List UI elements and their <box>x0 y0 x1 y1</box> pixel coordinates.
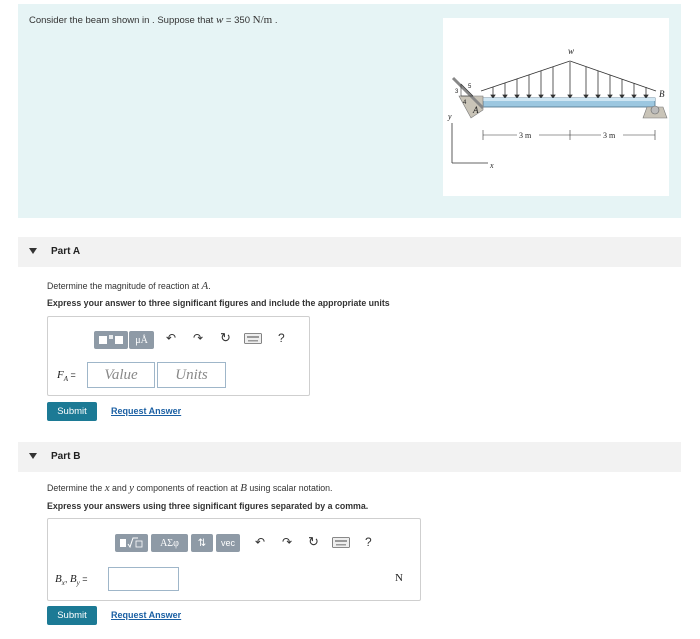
part-b-text-4: using scalar notation. <box>246 483 333 493</box>
part-a-instruction-end: . <box>208 281 211 291</box>
dim-left-label: 3 m <box>519 131 532 140</box>
units-symbol-button[interactable]: μÅ <box>129 331 154 349</box>
dim-right-label: 3 m <box>603 131 616 140</box>
part-b-unit: N <box>395 572 403 584</box>
label-f: F <box>57 369 64 381</box>
beam-figure: w A B 3 4 5 y x 3 m 3 m <box>443 18 669 196</box>
part-a-bold-instruction: Express your answer to three significant… <box>47 298 390 308</box>
templates-button[interactable] <box>94 331 128 349</box>
problem-text-end: . <box>272 15 278 26</box>
label-equals: = <box>79 574 88 584</box>
templates-icon <box>99 335 123 344</box>
sort-arrows-icon: ⇅ <box>197 537 207 549</box>
part-b-submit-button[interactable]: Submit <box>47 606 97 625</box>
undo-icon[interactable]: ↶ <box>166 331 176 345</box>
problem-unit: N/m <box>252 14 273 26</box>
keyboard-icon[interactable] <box>244 333 262 347</box>
part-a-instruction-text: Determine the magnitude of reaction at <box>47 281 202 291</box>
support-b-label: B <box>659 89 665 99</box>
sort-button[interactable]: ⇅ <box>191 534 213 552</box>
y-axis-label: y <box>447 112 452 121</box>
help-button[interactable]: ? <box>365 535 372 549</box>
vector-button[interactable]: vec <box>216 534 240 552</box>
reset-icon[interactable]: ↻ <box>308 534 319 550</box>
problem-statement: Consider the beam shown in . Suppose tha… <box>29 14 277 26</box>
part-b-header[interactable]: Part B <box>18 442 681 472</box>
part-b-text-1: Determine the <box>47 483 105 493</box>
part-b-text-3: components of reaction at <box>134 483 241 493</box>
collapse-triangle-icon[interactable] <box>29 453 37 459</box>
part-b-text-2: and <box>109 483 130 493</box>
slope-3-label: 3 <box>455 89 459 95</box>
templates-button[interactable] <box>115 534 148 552</box>
label-bx: B <box>55 573 62 585</box>
collapse-triangle-icon[interactable] <box>29 248 37 254</box>
answer-input[interactable] <box>108 567 179 591</box>
slope-5-label: 5 <box>468 84 472 90</box>
label-by: B <box>69 573 77 585</box>
problem-equals: = 350 <box>223 15 253 26</box>
part-b-request-answer-link[interactable]: Request Answer <box>111 610 181 620</box>
part-a-instruction: Determine the magnitude of reaction at A… <box>47 280 211 292</box>
part-b-bold-instruction: Express your answers using three signifi… <box>47 501 369 511</box>
support-a-label: A <box>472 105 479 115</box>
load-label: w <box>568 46 574 56</box>
redo-icon[interactable]: ↷ <box>282 535 292 549</box>
help-button[interactable]: ? <box>278 331 285 345</box>
beam-diagram: w A B 3 4 5 y x 3 m 3 m <box>447 46 668 170</box>
part-b-answer-box <box>47 518 421 601</box>
undo-icon[interactable]: ↶ <box>255 535 265 549</box>
part-a-submit-button[interactable]: Submit <box>47 402 97 421</box>
part-a-label: FA = <box>57 369 76 383</box>
units-input[interactable]: Units <box>157 362 226 388</box>
value-input[interactable]: Value <box>87 362 155 388</box>
part-b-var-b: B <box>240 482 247 494</box>
part-b-label: Bx, By = <box>55 573 87 587</box>
keyboard-icon[interactable] <box>332 537 350 551</box>
part-b-instruction: Determine the x and y components of reac… <box>47 482 333 494</box>
part-a-title: Part A <box>51 246 81 257</box>
redo-icon[interactable]: ↷ <box>193 331 203 345</box>
label-equals: = <box>68 370 76 380</box>
problem-text: Consider the beam shown in . Suppose tha… <box>29 15 216 26</box>
reset-icon[interactable]: ↻ <box>220 330 231 346</box>
x-axis-label: x <box>489 161 494 170</box>
part-a-header[interactable]: Part A <box>18 237 681 267</box>
part-b-title: Part B <box>51 451 81 462</box>
part-a-request-answer-link[interactable]: Request Answer <box>111 406 181 416</box>
templates-radical-icon <box>119 537 142 549</box>
greek-symbols-button[interactable]: ΑΣφ <box>151 534 188 552</box>
